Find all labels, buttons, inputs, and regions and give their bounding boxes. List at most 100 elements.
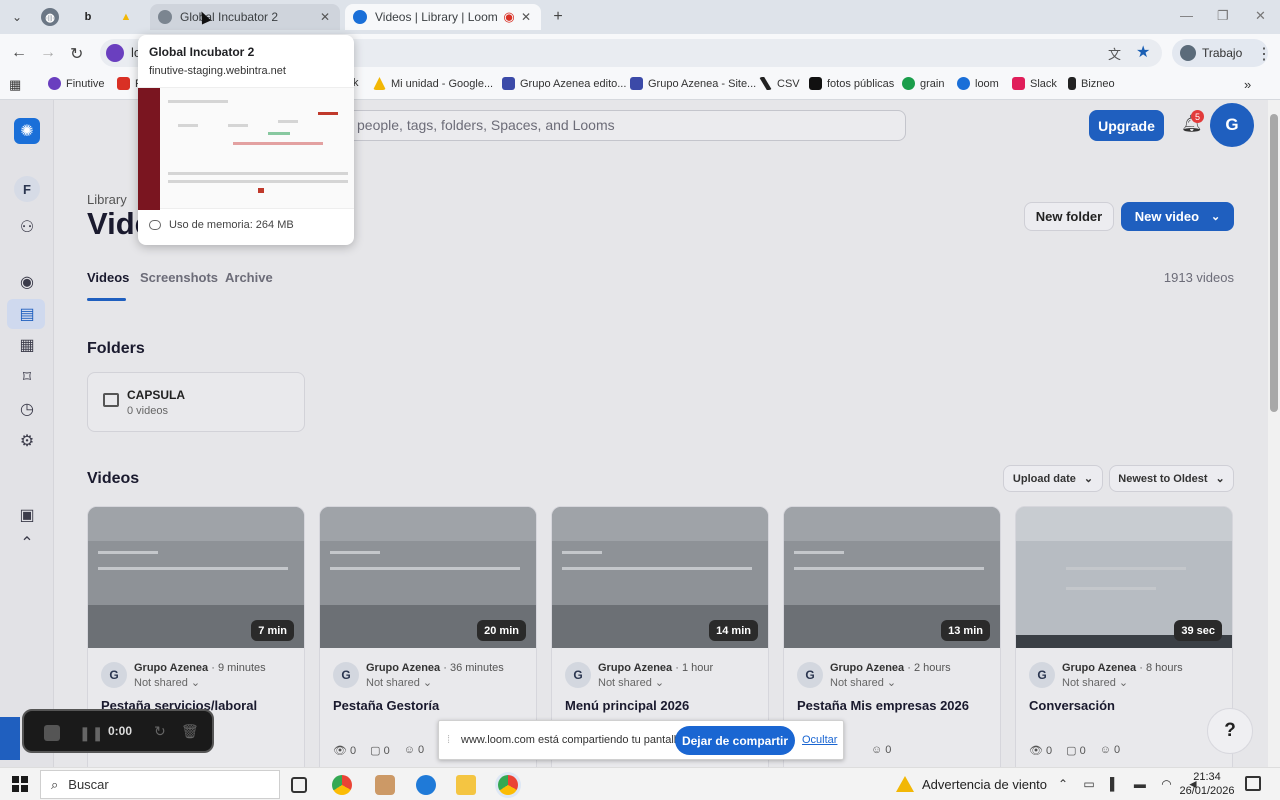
bookmark-grain[interactable]: grain [902, 77, 944, 90]
back-icon[interactable]: ← [11, 44, 27, 62]
video-title[interactable]: Conversación [1029, 698, 1115, 713]
search-input[interactable]: people, tags, folders, Spaces, and Looms [330, 110, 906, 141]
tab-videos[interactable]: Videos [87, 270, 129, 285]
bookmark-bizneo[interactable]: Bizneo [1068, 77, 1115, 90]
share-status[interactable]: Not shared ⌄ [830, 676, 896, 689]
tab-search-icon[interactable]: ⌄ [7, 8, 27, 26]
bookmark-icon[interactable]: ⌑ [16, 366, 38, 388]
history-icon[interactable]: ◷ [16, 398, 38, 420]
workspace-avatar[interactable]: F [14, 176, 40, 202]
trash-icon[interactable]: 🗑︎ [181, 723, 199, 740]
user-avatar[interactable]: G [1210, 103, 1254, 147]
page-scrollbar[interactable] [1268, 100, 1280, 767]
sort-field-dropdown[interactable]: Upload date ⌄ [1003, 465, 1103, 492]
loom-side-tab[interactable] [0, 717, 20, 760]
apps-grid-icon[interactable]: ▦ [9, 77, 21, 93]
more-bookmarks-icon[interactable]: » [1244, 77, 1251, 92]
taskbar-clock[interactable]: 21:34 26/01/2026 [1176, 770, 1238, 798]
video-title[interactable]: Menú principal 2026 [565, 698, 689, 713]
help-button[interactable]: ? [1207, 708, 1253, 754]
share-status[interactable]: Not shared ⌄ [1062, 676, 1128, 689]
video-stats: ☺ 0 [871, 744, 891, 756]
profile-icon[interactable]: ◉ [16, 271, 38, 293]
taskbar-search[interactable]: ⌕ Buscar [40, 770, 280, 799]
library-icon[interactable]: ▤ [16, 303, 38, 325]
restore-icon[interactable]: ❐ [1217, 8, 1229, 24]
invite-user-icon[interactable]: ⚇ [16, 216, 38, 238]
menu-kebab-icon[interactable]: ⋮ [1256, 44, 1272, 64]
file-explorer-icon[interactable] [456, 775, 476, 795]
video-duration: 13 min [941, 620, 990, 641]
pinned-tab-globe-icon[interactable]: ◍ [41, 8, 59, 26]
share-status[interactable]: Not shared ⌄ [598, 676, 664, 689]
bookmark-star-icon[interactable]: ★ [1136, 42, 1150, 62]
pinned-tab-drive-icon[interactable]: ▲ [117, 8, 135, 26]
video-stats: 👁︎ 0 ▢ 0 ☺ 0 [333, 744, 424, 757]
windows-start-icon[interactable] [12, 776, 28, 792]
calendar-icon[interactable]: ▦ [16, 334, 38, 356]
drag-handle-icon[interactable]: ⁞ [447, 734, 450, 746]
notification-center-icon[interactable] [1245, 776, 1261, 791]
video-title[interactable]: Pestaña Mis empresas 2026 [797, 698, 969, 713]
grain-icon [902, 77, 915, 90]
share-status[interactable]: Not shared ⌄ [134, 676, 200, 689]
translate-icon[interactable]: 文 [1108, 44, 1121, 63]
chrome-icon[interactable] [332, 775, 352, 795]
restart-icon[interactable]: ↻ [154, 723, 166, 740]
stop-sharing-button[interactable]: Dejar de compartir [675, 726, 795, 755]
pause-icon[interactable]: ❚❚ [79, 725, 104, 742]
close-tab-icon[interactable]: ✕ [318, 10, 332, 24]
collapse-icon[interactable]: ⌃ [16, 532, 38, 554]
stop-recording-icon[interactable] [44, 725, 60, 741]
pinned-tab-bizneo-icon[interactable]: b [79, 8, 97, 26]
video-title[interactable]: Pestaña Gestoría [333, 698, 439, 713]
close-window-icon[interactable]: ✕ [1255, 8, 1266, 24]
owner-name: Grupo Azenea [598, 662, 673, 674]
bookmark-fotos-publicas[interactable]: fotos públicas [809, 77, 894, 90]
scrollbar-thumb[interactable] [1270, 114, 1278, 412]
new-folder-button[interactable]: New folder [1024, 202, 1114, 231]
notes-icon[interactable]: ▣ [16, 504, 38, 526]
bookmark-label: Finutive [66, 77, 105, 90]
memory-usage: Uso de memoria: 264 MB [149, 219, 294, 231]
settings-gear-icon[interactable]: ⚙ [16, 430, 38, 452]
bookmark-mi-unidad[interactable]: Mi unidad - Google... [373, 77, 493, 90]
bookmark-grupo-azenea-site[interactable]: Grupo Azenea - Site... [630, 77, 756, 90]
bookmark-csv[interactable]: CSV [759, 77, 800, 90]
profile-label: Trabajo [1202, 46, 1243, 60]
upgrade-button[interactable]: Upgrade [1089, 110, 1164, 141]
reload-icon[interactable]: ↻ [70, 44, 83, 64]
video-card[interactable]: 39 sec G Grupo Azenea · 8 hours Not shar… [1015, 506, 1233, 767]
browser-tabstrip: ⌄ ◍ b ▲ Global Incubator 2 ✕ Videos | Li… [0, 0, 1280, 34]
chrome-active-icon[interactable] [498, 775, 518, 795]
tab-loom-library[interactable]: Videos | Library | Loom ◉ ✕ [345, 4, 541, 30]
app-icon[interactable] [375, 775, 395, 795]
bookmark-loom[interactable]: loom [957, 77, 999, 90]
search-app-icon[interactable] [416, 775, 436, 795]
task-view-icon[interactable] [291, 777, 307, 793]
bookmark-slack[interactable]: Slack [1012, 77, 1057, 90]
new-tab-icon[interactable]: + [548, 8, 568, 26]
bookmark-grupo-azenea-edito[interactable]: Grupo Azenea edito... [502, 77, 626, 90]
hide-link[interactable]: Ocultar [802, 734, 837, 746]
new-video-button[interactable]: New video ⌄ [1121, 202, 1234, 231]
forward-icon[interactable]: → [40, 44, 56, 62]
share-status[interactable]: Not shared ⌄ [366, 676, 432, 689]
chevron-down-icon: ⌄ [1215, 473, 1225, 485]
sort-order-dropdown[interactable]: Newest to Oldest ⌄ [1109, 465, 1234, 492]
close-tab-icon[interactable]: ✕ [519, 10, 533, 24]
bookmark-finutive[interactable]: Finutive [48, 77, 105, 90]
tab-screenshots[interactable]: Screenshots [140, 270, 218, 285]
minimize-icon[interactable]: — [1180, 8, 1193, 23]
reactions-stat: ☺ 0 [403, 744, 425, 756]
preview-sidebar [138, 88, 160, 210]
tab-archive[interactable]: Archive [225, 270, 273, 285]
weather-widget[interactable]: Advertencia de viento [896, 776, 1047, 792]
comments-stat: ▢ 0 [370, 745, 390, 757]
breadcrumb[interactable]: Library [87, 192, 127, 207]
profile-chip[interactable]: Trabajo [1172, 39, 1268, 67]
site-info-icon[interactable] [106, 44, 124, 62]
tab-global-incubator[interactable]: Global Incubator 2 ✕ [150, 4, 340, 30]
folder-card[interactable]: CAPSULA 0 videos [87, 372, 305, 432]
loom-logo-icon[interactable]: ✺ [14, 118, 40, 144]
